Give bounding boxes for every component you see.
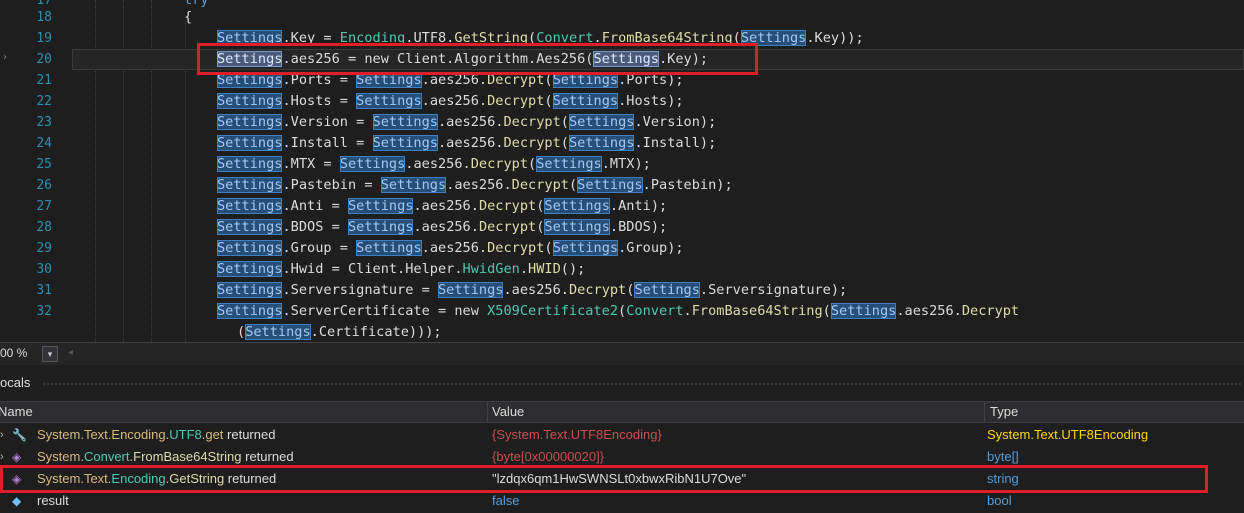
row-name: result — [37, 493, 69, 508]
line-number: 32 — [36, 304, 52, 319]
highlight-box-getstring-row — [0, 465, 1208, 493]
row-value: false — [492, 493, 520, 508]
code-text: { — [184, 9, 193, 25]
panel-title-text: ocals — [0, 375, 31, 390]
code-line-27: 27 Settings.Anti = Settings.aes256.Decry… — [0, 196, 1244, 217]
line-number: 29 — [36, 241, 52, 256]
line-number: 27 — [36, 199, 52, 214]
code-line-23: 23 Settings.Version = Settings.aes256.De… — [0, 112, 1244, 133]
code-text: Settings.Install = Settings.aes256.Decry… — [217, 135, 717, 151]
line-number: 18 — [36, 10, 52, 25]
code-line-18: 18 { — [0, 7, 1244, 28]
line-number: 28 — [36, 220, 52, 235]
line-number: 30 — [36, 262, 52, 277]
locals-row[interactable]: ◆ result false bool — [0, 490, 1244, 512]
line-number: 20 — [36, 52, 52, 67]
line-number: 31 — [36, 283, 52, 298]
zoom-level[interactable]: 00 % — [0, 346, 27, 360]
code-line-31: 31 Settings.Serversignature = Settings.a… — [0, 280, 1244, 301]
line-number: 25 — [36, 157, 52, 172]
locals-row[interactable]: › 🔧 System.Text.Encoding.UTF8.get return… — [0, 424, 1244, 446]
code-line-29: 29 Settings.Group = Settings.aes256.Decr… — [0, 238, 1244, 259]
expand-chevron-icon[interactable]: › — [0, 424, 4, 446]
line-number: 23 — [36, 115, 52, 130]
code-line-26: 26 Settings.Pastebin = Settings.aes256.D… — [0, 175, 1244, 196]
code-text: (Settings.Certificate))); — [237, 324, 442, 340]
wrench-icon: 🔧 — [12, 428, 27, 442]
line-number: 21 — [36, 73, 52, 88]
zoom-dropdown-icon[interactable]: ▾ — [42, 346, 58, 362]
column-header-name[interactable]: Name — [0, 402, 33, 422]
row-type: bool — [987, 493, 1012, 508]
code-line-24: 24 Settings.Install = Settings.aes256.De… — [0, 133, 1244, 154]
code-text: Settings.Hosts = Settings.aes256.Decrypt… — [217, 93, 684, 109]
line-number: 19 — [36, 31, 52, 46]
line-number: 24 — [36, 136, 52, 151]
code-text: Settings.Version = Settings.aes256.Decry… — [217, 114, 717, 130]
code-line-25: 25 Settings.MTX = Settings.aes256.Decryp… — [0, 154, 1244, 175]
code-text: Settings.Anti = Settings.aes256.Decrypt(… — [217, 198, 668, 214]
code-text: Settings.Hwid = Client.Helper.HwidGen.HW… — [217, 261, 586, 277]
code-line-32: 32 Settings.ServerCertificate = new X509… — [0, 301, 1244, 322]
code-line-30: 30 Settings.Hwid = Client.Helper.HwidGen… — [0, 259, 1244, 280]
locals-header: Name Value Type — [0, 401, 1244, 423]
code-text: Settings.BDOS = Settings.aes256.Decrypt(… — [217, 219, 668, 235]
scroll-left-icon[interactable]: ◂ — [68, 347, 73, 358]
field-icon: ◆ — [12, 494, 22, 508]
code-line-28: 28 Settings.BDOS = Settings.aes256.Decry… — [0, 217, 1244, 238]
column-header-type[interactable]: Type — [990, 402, 1018, 422]
line-number: 22 — [36, 94, 52, 109]
code-line-22: 22 Settings.Hosts = Settings.aes256.Decr… — [0, 91, 1244, 112]
code-line-32-wrap: (Settings.Certificate))); — [0, 322, 1244, 342]
code-text: Settings.Group = Settings.aes256.Decrypt… — [217, 240, 684, 256]
row-type: System.Text.UTF8Encoding — [987, 427, 1149, 442]
column-header-value[interactable]: Value — [492, 402, 524, 422]
locals-panel-title: ocals — [0, 373, 1244, 393]
highlight-box-line-20 — [197, 43, 758, 75]
row-value: {System.Text.UTF8Encoding} — [492, 427, 662, 442]
code-text: Settings.Pastebin = Settings.aes256.Decr… — [217, 177, 733, 193]
locals-panel: ocals Name Value Type › 🔧 System.Text.En… — [0, 365, 1244, 513]
code-text: Settings.MTX = Settings.aes256.Decrypt(S… — [217, 156, 651, 172]
zoom-bar: 00 % ▾ ◂ — [0, 342, 1244, 365]
line-number: 26 — [36, 178, 52, 193]
column-separator[interactable] — [487, 402, 488, 422]
code-editor[interactable]: 17 try 18 { 19 Settings.Key = Encoding.U… — [0, 0, 1244, 342]
code-text: Settings.ServerCertificate = new X509Cer… — [217, 303, 1020, 319]
row-name: System.Text.Encoding.UTF8.get returned — [37, 427, 276, 442]
panel-grip[interactable] — [42, 382, 1242, 386]
column-separator[interactable] — [984, 402, 985, 422]
code-text: Settings.Serversignature = Settings.aes2… — [217, 282, 848, 298]
